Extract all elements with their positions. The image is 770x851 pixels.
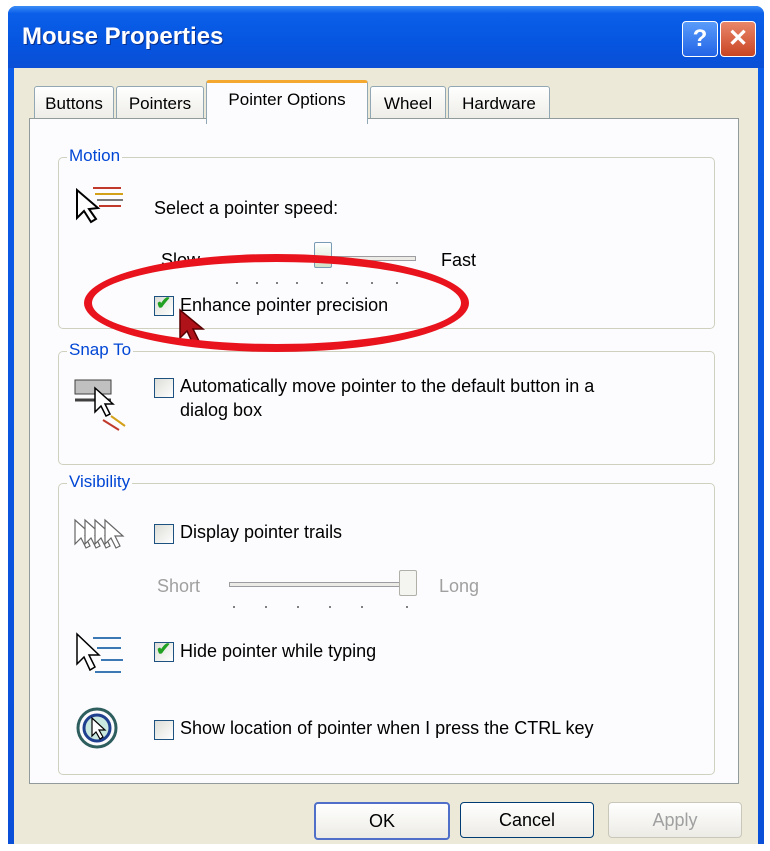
close-button[interactable]: ✕ — [720, 21, 756, 57]
pointer-speed-prompt: Select a pointer speed: — [154, 198, 339, 218]
snap-to-group-label: Snap To — [67, 340, 134, 360]
mouse-properties-window: Mouse Properties ? ✕ Buttons Pointers Po… — [8, 6, 764, 844]
show-location-checkbox[interactable] — [154, 720, 174, 740]
title-bar[interactable]: Mouse Properties ? ✕ — [8, 6, 764, 68]
tick-mark — [297, 606, 299, 608]
tick-mark — [329, 606, 331, 608]
red-cursor-icon — [179, 308, 206, 346]
enhance-precision-label[interactable]: Enhance pointer precision — [180, 295, 388, 316]
tick-mark — [361, 606, 363, 608]
snap-to-group: Snap To Automatically move pointer to th… — [58, 340, 715, 465]
tick-mark — [265, 606, 267, 608]
apply-button[interactable]: Apply — [608, 802, 742, 838]
pointer-speed-slider-thumb[interactable] — [314, 242, 332, 268]
tab-wheel[interactable]: Wheel — [370, 86, 446, 121]
pointer-trails-label[interactable]: Display pointer trails — [180, 522, 342, 543]
show-location-label[interactable]: Show location of pointer when I press th… — [180, 718, 594, 739]
checkmark-icon: ✔ — [156, 293, 172, 313]
tick-mark — [371, 282, 373, 284]
tick-mark — [276, 282, 278, 284]
tab-buttons[interactable]: Buttons — [34, 86, 114, 121]
tick-mark — [233, 606, 235, 608]
hide-pointer-checkbox[interactable]: ✔ — [154, 639, 174, 662]
ok-button[interactable]: OK — [314, 802, 450, 840]
slow-label: Slow — [161, 250, 201, 270]
trail-length-slider-thumb[interactable] — [399, 570, 417, 596]
tab-pointers[interactable]: Pointers — [116, 86, 204, 121]
fast-label: Fast — [441, 250, 477, 270]
tick-mark — [346, 282, 348, 284]
tick-mark — [321, 282, 323, 284]
hide-pointer-icon — [76, 632, 123, 673]
tick-mark — [396, 282, 398, 284]
tick-mark — [236, 282, 238, 284]
trail-length-slider-track — [229, 582, 413, 587]
pointer-speed-icon — [76, 187, 123, 224]
long-label: Long — [439, 576, 480, 596]
visibility-group-label: Visibility — [67, 472, 133, 492]
auto-snap-label-line1[interactable]: Automatically move pointer to the defaul… — [180, 376, 594, 397]
tab-panel: Motion Select a pointer speed: Slow Fast — [29, 118, 739, 784]
auto-snap-checkbox[interactable] — [154, 378, 174, 398]
motion-group: Motion Select a pointer speed: Slow Fast — [58, 146, 715, 346]
tab-hardware[interactable]: Hardware — [448, 86, 550, 121]
close-icon: ✕ — [727, 25, 749, 52]
visibility-group: Visibility Display pointer trails Short … — [58, 472, 715, 775]
cancel-button[interactable]: Cancel — [460, 802, 594, 838]
help-button[interactable]: ? — [682, 21, 718, 57]
locate-pointer-icon — [76, 707, 118, 749]
snap-to-icon — [74, 379, 126, 431]
window-title: Mouse Properties — [22, 23, 224, 50]
auto-snap-label-line2[interactable]: dialog box — [180, 400, 262, 421]
tick-mark — [256, 282, 258, 284]
help-icon: ? — [692, 25, 708, 52]
tab-pointer-options[interactable]: Pointer Options — [206, 80, 368, 124]
pointer-trails-icon — [74, 518, 125, 549]
checkmark-icon: ✔ — [156, 639, 172, 659]
motion-group-label: Motion — [67, 146, 123, 166]
tick-mark — [296, 282, 298, 284]
pointer-trails-checkbox[interactable] — [154, 524, 174, 544]
dialog-client-area: Buttons Pointers Pointer Options Wheel H… — [14, 68, 758, 844]
tick-mark — [406, 606, 408, 608]
hide-pointer-label[interactable]: Hide pointer while typing — [180, 641, 376, 662]
short-label: Short — [157, 576, 201, 596]
enhance-precision-checkbox[interactable]: ✔ — [154, 293, 174, 316]
